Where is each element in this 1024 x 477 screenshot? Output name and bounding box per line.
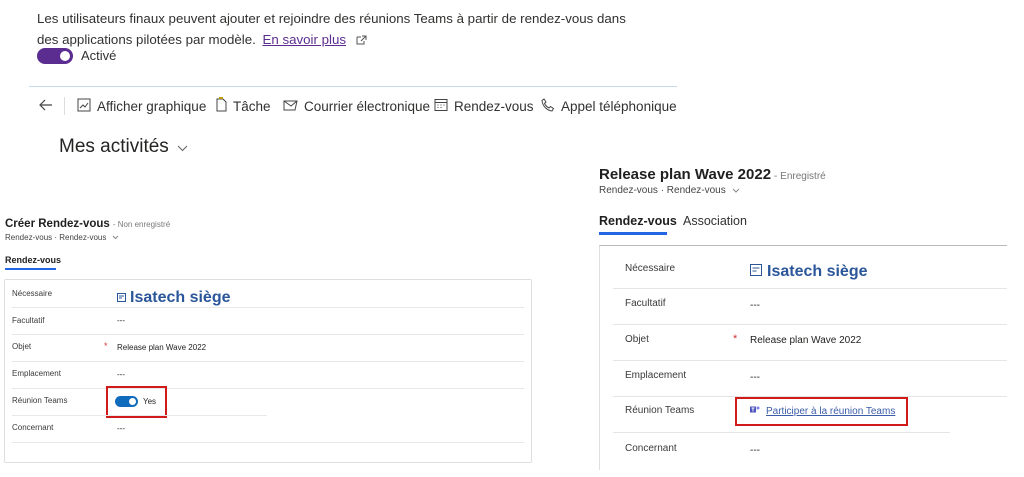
form-breadcrumb[interactable]: Rendez-vous · Rendez-vous (599, 185, 740, 196)
field-label: Nécessaire (12, 289, 53, 298)
field-label: Facultatif (12, 316, 45, 325)
appointment-button[interactable]: Rendez-vous (434, 87, 534, 125)
back-button[interactable] (39, 87, 59, 125)
row-divider (12, 442, 524, 443)
optional-attendee-input[interactable]: --- (750, 300, 760, 311)
save-status: - Non enregistré (112, 220, 171, 229)
tab-underline (599, 232, 667, 235)
row-divider (613, 324, 1007, 325)
form-breadcrumb[interactable]: Rendez-vous · Rendez-vous (5, 233, 119, 242)
required-asterisk: * (733, 333, 738, 345)
chart-icon (77, 98, 97, 115)
field-label: Objet (12, 342, 32, 351)
field-label: Réunion Teams (625, 405, 695, 416)
location-input[interactable]: --- (117, 370, 125, 379)
join-teams-meeting-link[interactable]: Participer à la réunion Teams (750, 405, 895, 417)
field-label: Objet (625, 334, 649, 345)
task-button[interactable]: Tâche (215, 87, 271, 125)
lookup-value: Isatech siège (767, 263, 868, 280)
tab-association[interactable]: Association (683, 214, 747, 228)
phone-call-button[interactable]: Appel téléphonique (541, 87, 677, 125)
field-label: Réunion Teams (12, 396, 68, 405)
regarding-input[interactable]: --- (750, 445, 760, 456)
external-link-icon[interactable] (356, 30, 367, 51)
feature-description: Les utilisateurs finaux peuvent ajouter … (37, 8, 637, 51)
toggle-status-label: Activé (81, 48, 117, 63)
field-label: Emplacement (12, 369, 61, 378)
toggle-knob (60, 51, 70, 61)
field-label: Concernant (12, 423, 54, 432)
regarding-input[interactable]: --- (117, 424, 125, 433)
calendar-icon (434, 98, 454, 115)
chevron-down-icon (112, 235, 118, 240)
task-label: Tâche (233, 98, 271, 114)
view-selector[interactable]: Mes activités (59, 136, 188, 158)
teams-icon (750, 405, 766, 417)
teams-feature-toggle[interactable] (37, 48, 73, 64)
command-divider (64, 97, 65, 115)
email-icon (283, 99, 304, 114)
command-bar: Afficher graphique Tâche Courrier électr… (29, 86, 677, 124)
phone-icon (541, 97, 561, 115)
phone-call-label: Appel téléphonique (561, 98, 677, 114)
location-input[interactable]: --- (750, 372, 760, 383)
chevron-down-icon (732, 188, 739, 193)
account-icon (750, 263, 767, 281)
show-chart-label: Afficher graphique (97, 98, 207, 114)
lookup-value: Isatech siège (130, 289, 231, 306)
required-attendee-lookup[interactable]: Isatech siège (750, 263, 868, 281)
learn-more-link[interactable]: En savoir plus (263, 32, 347, 47)
task-icon (215, 97, 233, 115)
row-divider (12, 388, 524, 389)
breadcrumb-text: Rendez-vous · Rendez-vous (5, 233, 107, 242)
row-divider (12, 361, 524, 362)
row-divider (12, 334, 524, 335)
show-chart-button[interactable]: Afficher graphique (77, 87, 206, 125)
teams-link-text: Participer à la réunion Teams (766, 405, 896, 417)
optional-attendee-input[interactable]: --- (117, 316, 125, 325)
back-arrow-icon (39, 99, 59, 114)
form-title: Release plan Wave 2022 (599, 166, 772, 183)
row-divider (613, 360, 1007, 361)
email-label: Courrier électronique (304, 98, 431, 114)
appointment-label: Rendez-vous (454, 98, 534, 114)
email-button[interactable]: Courrier électronique (283, 87, 430, 125)
breadcrumb-text: Rendez-vous · Rendez-vous (599, 185, 726, 196)
field-label: Concernant (625, 443, 677, 454)
view-title: Mes activités (59, 136, 169, 157)
new-appointment-header: Créer Rendez-vous - Non enregistré (5, 218, 170, 230)
tab-rendez-vous[interactable]: Rendez-vous (599, 214, 677, 228)
teams-toggle-value: Yes (143, 397, 157, 406)
field-label: Nécessaire (625, 263, 676, 274)
subject-input[interactable]: Release plan Wave 2022 (117, 343, 206, 352)
required-attendee-lookup[interactable]: Isatech siège (117, 289, 231, 307)
field-label: Emplacement (625, 370, 687, 381)
saved-appointment-header: Release plan Wave 2022- Enregistré (599, 166, 826, 183)
required-asterisk: * (104, 341, 108, 351)
account-icon (117, 289, 130, 307)
row-divider (613, 288, 1007, 289)
tab-rendez-vous[interactable]: Rendez-vous (5, 255, 61, 265)
row-divider (613, 432, 950, 433)
chevron-down-icon (169, 136, 188, 158)
teams-meeting-toggle[interactable] (115, 396, 138, 407)
toggle-knob (129, 398, 136, 405)
row-divider (12, 307, 524, 308)
tab-underline (5, 268, 56, 270)
save-status: - Enregistré (774, 171, 826, 182)
form-title: Créer Rendez-vous (5, 218, 110, 230)
subject-input[interactable]: Release plan Wave 2022 (750, 335, 861, 346)
field-label: Facultatif (625, 298, 666, 309)
